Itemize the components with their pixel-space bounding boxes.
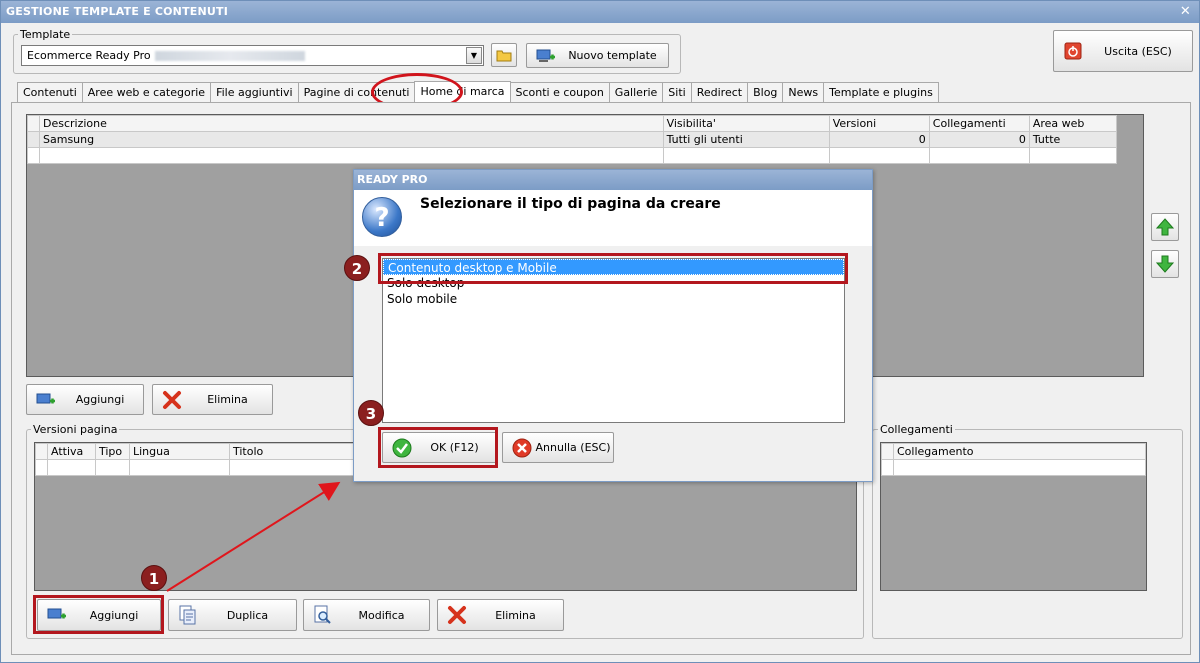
table-row-empty[interactable]	[27, 147, 1118, 164]
question-icon: ?	[362, 197, 402, 237]
cell-descrizione: Samsung	[39, 131, 664, 148]
template-select-value: Ecommerce Ready Pro	[27, 49, 151, 62]
dialog-question: Selezionare il tipo di pagina da creare	[420, 196, 721, 212]
tab-file-aggiuntivi[interactable]: File aggiuntivi	[210, 82, 299, 103]
delete-icon	[446, 604, 468, 626]
row-indicator-header	[35, 443, 48, 460]
col-descrizione[interactable]: Descrizione	[39, 115, 664, 132]
tab-redirect[interactable]: Redirect	[690, 82, 749, 103]
col-attiva[interactable]: Attiva	[47, 443, 96, 460]
row-indicator-header	[27, 115, 40, 132]
window-title: GESTIONE TEMPLATE E CONTENUTI	[6, 5, 229, 18]
tab-contenuti[interactable]: Contenuti	[17, 82, 83, 103]
col-area-web[interactable]: Area web	[1028, 115, 1118, 132]
modify-label: Modifica	[358, 608, 405, 622]
new-template-icon	[535, 45, 557, 67]
cell-area-web: Tutte	[1028, 131, 1118, 148]
callout-badge-2: 2	[344, 255, 370, 281]
duplicate-button[interactable]: Duplica	[168, 599, 297, 631]
folder-icon	[496, 50, 512, 62]
template-select[interactable]: Ecommerce Ready Pro ▼	[21, 45, 484, 66]
delete-icon	[161, 389, 183, 411]
table-row-empty[interactable]	[881, 459, 1146, 476]
delete-brand-button[interactable]: Elimina	[152, 384, 273, 415]
add-brand-button[interactable]: Aggiungi	[26, 384, 144, 415]
col-collegamento[interactable]: Collegamento	[893, 443, 1146, 460]
links-grid[interactable]: Collegamento	[880, 442, 1147, 591]
modify-button[interactable]: Modifica	[303, 599, 430, 631]
col-versioni[interactable]: Versioni	[828, 115, 930, 132]
tab-aree-web[interactable]: Aree web e categorie	[81, 82, 212, 103]
main-window: GESTIONE TEMPLATE E CONTENUTI ✕ Template…	[0, 0, 1200, 663]
new-template-label: Nuovo template	[568, 49, 657, 62]
row-indicator	[27, 131, 40, 148]
callout-badge-3: 3	[358, 400, 384, 426]
delete-version-label: Elimina	[495, 608, 536, 622]
chevron-down-icon[interactable]: ▼	[466, 47, 482, 64]
arrow-down-icon	[1155, 255, 1175, 273]
col-lingua[interactable]: Lingua	[129, 443, 230, 460]
cancel-icon	[511, 437, 533, 459]
window-titlebar: GESTIONE TEMPLATE E CONTENUTI ✕	[1, 1, 1199, 23]
exit-label: Uscita (ESC)	[1104, 44, 1172, 58]
tab-siti[interactable]: Siti	[662, 82, 692, 103]
callout-highlight-2	[378, 253, 848, 284]
links-group-label: Collegamenti	[878, 423, 955, 436]
table-row-empty[interactable]	[35, 459, 375, 476]
list-item[interactable]: Solo mobile	[383, 291, 844, 307]
duplicate-icon	[177, 604, 199, 626]
col-tipo[interactable]: Tipo	[95, 443, 130, 460]
magnifier-icon	[312, 604, 334, 626]
tab-news[interactable]: News	[782, 82, 825, 103]
template-group-label: Template	[18, 28, 73, 41]
tab-blog[interactable]: Blog	[747, 82, 784, 103]
move-down-button[interactable]	[1151, 250, 1179, 278]
tab-bar: Contenuti Aree web e categorie File aggi…	[17, 81, 939, 103]
new-template-button[interactable]: Nuovo template	[526, 43, 669, 68]
delete-brand-label: Elimina	[207, 393, 248, 406]
callout-badge-1: 1	[141, 565, 167, 591]
col-collegamenti[interactable]: Collegamenti	[928, 115, 1030, 132]
open-folder-button[interactable]	[491, 43, 517, 67]
versions-group-label: Versioni pagina	[31, 423, 120, 436]
cell-visibilita: Tutti gli utenti	[662, 131, 830, 148]
row-indicator-header	[881, 443, 894, 460]
delete-version-button[interactable]: Elimina	[437, 599, 564, 631]
arrow-up-icon	[1155, 218, 1175, 236]
exit-button[interactable]: Uscita (ESC)	[1053, 30, 1193, 72]
cell-versioni: 0	[828, 131, 930, 148]
dialog-title: READY PRO	[354, 170, 872, 190]
col-visibilita[interactable]: Visibilita'	[662, 115, 830, 132]
close-icon[interactable]: ✕	[1180, 4, 1191, 19]
cell-collegamenti: 0	[928, 131, 1030, 148]
callout-highlight-1	[33, 595, 164, 634]
add-icon	[35, 389, 57, 411]
tab-template-plugins[interactable]: Template e plugins	[823, 82, 939, 103]
duplicate-label: Duplica	[226, 608, 269, 622]
tab-gallerie[interactable]: Gallerie	[608, 82, 664, 103]
cancel-label: Annulla (ESC)	[535, 441, 611, 454]
move-up-button[interactable]	[1151, 213, 1179, 241]
table-row[interactable]: Samsung Tutti gli utenti 0 0 Tutte	[27, 131, 1118, 148]
cancel-button[interactable]: Annulla (ESC)	[502, 432, 614, 463]
power-icon	[1062, 40, 1084, 62]
blurred-url	[154, 51, 305, 61]
callout-highlight-3	[378, 427, 498, 468]
add-brand-label: Aggiungi	[75, 393, 125, 406]
tab-sconti-coupon[interactable]: Sconti e coupon	[509, 82, 610, 103]
